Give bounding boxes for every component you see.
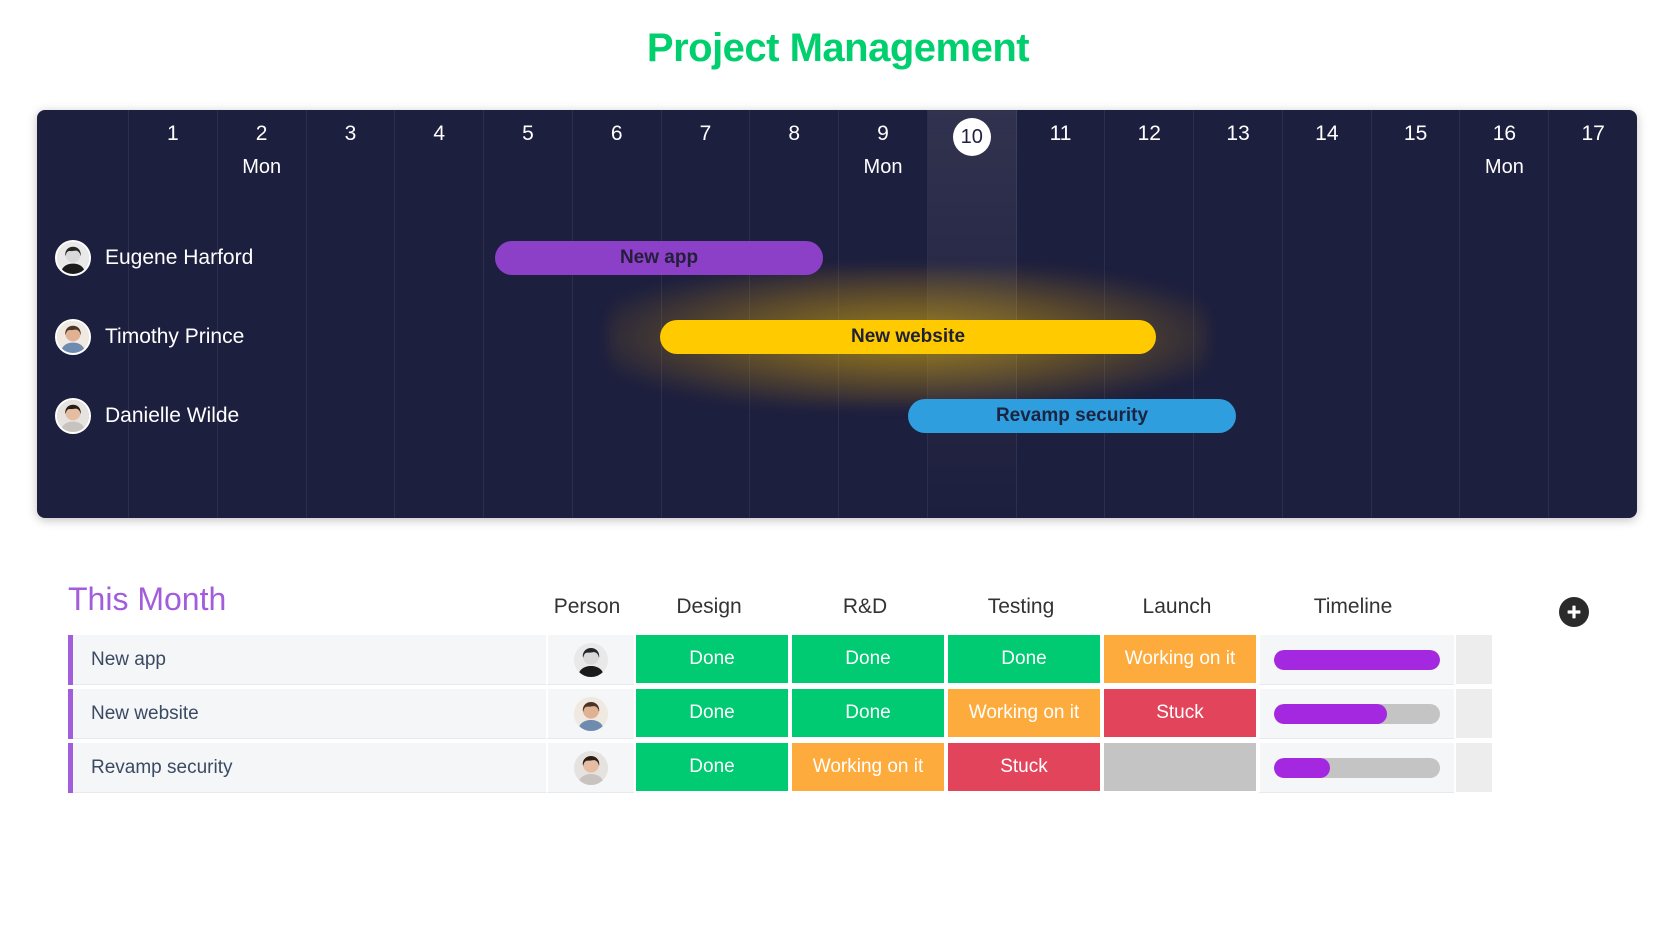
status-cell[interactable]: Done bbox=[946, 635, 1102, 685]
person-cell[interactable] bbox=[546, 689, 634, 739]
board-header: This Month PersonDesignR&DTestingLaunchT… bbox=[0, 575, 1676, 635]
plus-icon[interactable] bbox=[1559, 597, 1589, 627]
progress-fill bbox=[1274, 650, 1440, 670]
row-tail-cell[interactable] bbox=[1454, 689, 1492, 739]
person-cell[interactable] bbox=[546, 743, 634, 793]
status-cell[interactable] bbox=[1102, 743, 1258, 793]
column-header-person[interactable]: Person bbox=[543, 595, 631, 619]
status-cell[interactable]: Done bbox=[790, 689, 946, 739]
column-header-testing[interactable]: Testing bbox=[943, 595, 1099, 619]
task-name-cell[interactable]: New app bbox=[73, 635, 546, 685]
status-cell[interactable]: Working on it bbox=[790, 743, 946, 793]
task-bar-new-app[interactable]: New app bbox=[495, 241, 823, 275]
status-cell[interactable]: Done bbox=[634, 635, 790, 685]
progress-track bbox=[1274, 650, 1440, 670]
column-header-design[interactable]: Design bbox=[631, 595, 787, 619]
row-tail-cell[interactable] bbox=[1454, 635, 1492, 685]
table-row: New website DoneDoneWorking on itStuck bbox=[68, 689, 1492, 739]
gantt-row: Danielle Wilde bbox=[37, 386, 1637, 446]
column-header-timeline[interactable]: Timeline bbox=[1255, 595, 1451, 619]
board-section-title: This Month bbox=[68, 581, 226, 618]
table-row: New app DoneDoneDoneWorking on it bbox=[68, 635, 1492, 685]
page-title: Project Management bbox=[0, 26, 1676, 71]
status-cell[interactable]: Working on it bbox=[1102, 635, 1258, 685]
task-bar-new-website[interactable]: New website bbox=[660, 320, 1156, 354]
timeline-cell[interactable] bbox=[1258, 689, 1454, 739]
person-cell[interactable] bbox=[546, 635, 634, 685]
avatar bbox=[574, 697, 608, 731]
gantt-person-name: Eugene Harford bbox=[105, 246, 253, 270]
avatar bbox=[574, 643, 608, 677]
avatar bbox=[55, 319, 91, 355]
status-cell[interactable]: Done bbox=[790, 635, 946, 685]
progress-fill bbox=[1274, 704, 1387, 724]
status-cell[interactable]: Stuck bbox=[946, 743, 1102, 793]
app-root: Project Management 1 2 Mon 3 4 5 6 7 8 9 bbox=[0, 0, 1676, 925]
progress-fill bbox=[1274, 758, 1330, 778]
avatar bbox=[574, 751, 608, 785]
status-cell[interactable]: Done bbox=[634, 743, 790, 793]
gantt-rows: Eugene Harford Timothy Prince Danielle W… bbox=[37, 110, 1637, 518]
progress-track bbox=[1274, 758, 1440, 778]
avatar bbox=[55, 398, 91, 434]
gantt-timeline-panel: 1 2 Mon 3 4 5 6 7 8 9 Mon 10 bbox=[37, 110, 1637, 518]
gantt-person-name: Danielle Wilde bbox=[105, 404, 239, 428]
gantt-person[interactable]: Timothy Prince bbox=[55, 307, 244, 367]
task-name-cell[interactable]: Revamp security bbox=[73, 743, 546, 793]
row-tail-cell[interactable] bbox=[1454, 743, 1492, 793]
status-cell[interactable]: Done bbox=[634, 689, 790, 739]
column-header-rd[interactable]: R&D bbox=[787, 595, 943, 619]
status-cell[interactable]: Stuck bbox=[1102, 689, 1258, 739]
gantt-person[interactable]: Eugene Harford bbox=[55, 228, 253, 288]
avatar bbox=[55, 240, 91, 276]
table-row: Revamp security DoneWorking on itStuck bbox=[68, 743, 1492, 793]
task-bar-revamp-security[interactable]: Revamp security bbox=[908, 399, 1236, 433]
timeline-cell[interactable] bbox=[1258, 635, 1454, 685]
progress-track bbox=[1274, 704, 1440, 724]
gantt-person-name: Timothy Prince bbox=[105, 325, 244, 349]
column-header-launch[interactable]: Launch bbox=[1099, 595, 1255, 619]
gantt-person[interactable]: Danielle Wilde bbox=[55, 386, 239, 446]
timeline-cell[interactable] bbox=[1258, 743, 1454, 793]
board-section: This Month PersonDesignR&DTestingLaunchT… bbox=[0, 575, 1676, 635]
task-name-cell[interactable]: New website bbox=[73, 689, 546, 739]
gantt-row: Eugene Harford bbox=[37, 228, 1637, 288]
status-cell[interactable]: Working on it bbox=[946, 689, 1102, 739]
